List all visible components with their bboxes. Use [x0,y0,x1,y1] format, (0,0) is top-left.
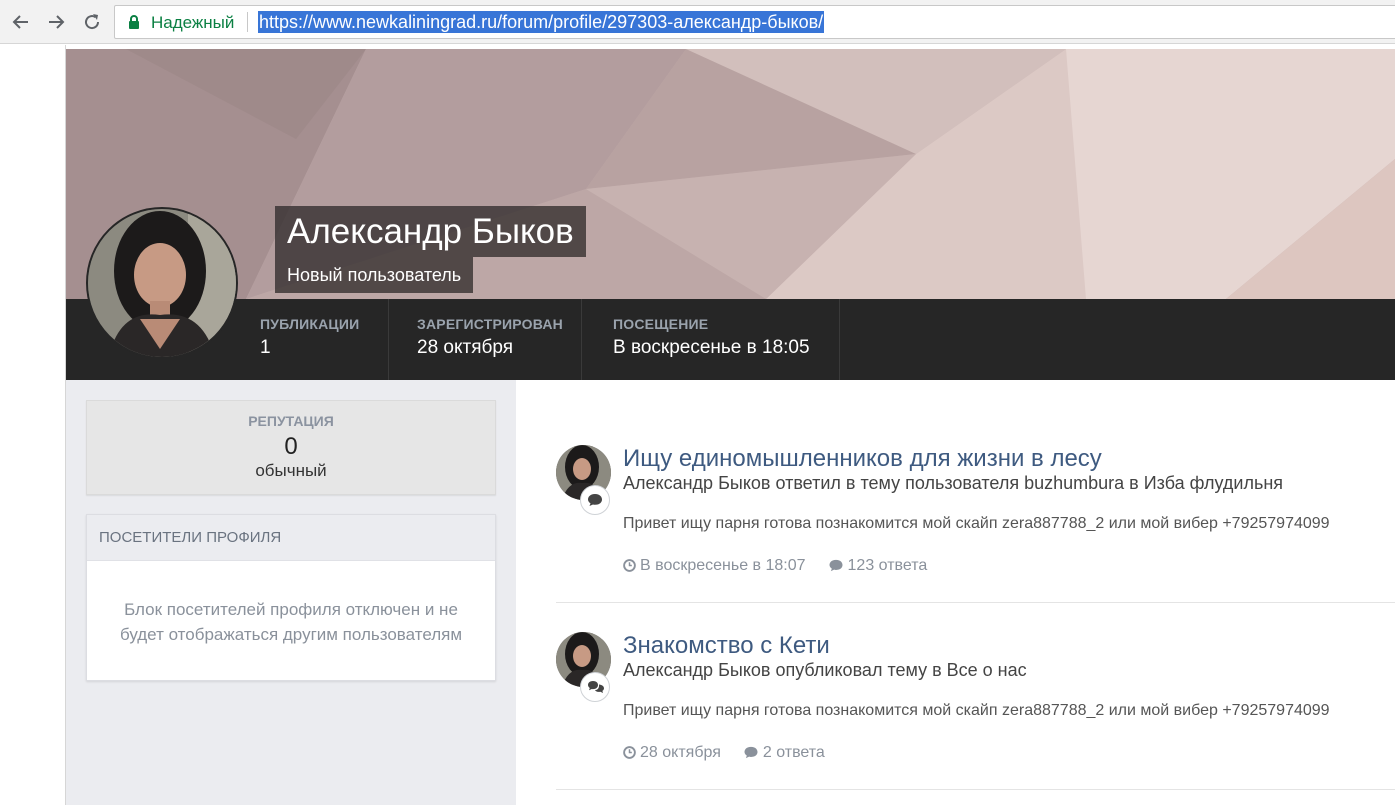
stat-joined: ЗАРЕГИСТРИРОВАН 28 октября [417,316,563,359]
activity-info: В воскресенье в 18:07 123 ответа [623,557,927,575]
page-left-gutter [0,45,66,805]
lock-icon [129,15,139,29]
activity-snippet: Привет ищу парня готова познакомится мой… [623,702,1330,719]
activity-title-link[interactable]: Ищу единомышленников для жизни в лесу [623,445,1102,473]
activity-info: 28 октября 2 ответа [623,744,825,762]
stat-label: ПУБЛИКАЦИИ [260,316,360,332]
profile-name-box: Александр Быков [275,206,586,257]
profile-group-box: Новый пользователь [275,257,474,293]
activity-meta: Александр Быков ответил в тему пользоват… [623,473,1284,493]
activity-meta: Александр Быков опубликовал тему в Все о… [623,660,1027,680]
back-arrow-icon[interactable] [9,10,33,34]
comments-icon [580,672,610,702]
stat-label: ПОСЕЩЕНИЕ [613,316,709,332]
comment-icon [580,485,610,515]
activity-title-link[interactable]: Знакомство с Кети [623,632,830,660]
stat-divider [388,299,389,380]
address-bar[interactable]: Надежный https://www.newkaliningrad.ru/f… [114,5,1395,39]
reputation-title: РЕПУТАЦИЯ [248,413,334,429]
visitors-message-line: Блок посетителей профиля отключен и не [124,600,458,619]
visitors-title: ПОСЕТИТЕЛИ ПРОФИЛЯ [99,529,282,546]
activity-date[interactable]: 28 октября [640,744,721,761]
activity-feed: Ищу единомышленников для жизни в лесу Ал… [516,380,1395,805]
comment-bubble-icon [744,746,758,759]
profile-cover-photo [66,49,1395,299]
stat-label: ЗАРЕГИСТРИРОВАН [417,316,563,332]
profile-name: Александр Быков [287,212,574,251]
activity-divider [556,789,1395,790]
secure-label: Надежный [151,13,235,32]
forward-arrow-icon[interactable] [44,10,68,34]
clock-icon [623,559,636,572]
stat-value: 28 октября [417,337,514,358]
comment-bubble-icon [829,559,843,572]
activity-date[interactable]: В воскресенье в 18:07 [640,557,806,574]
clock-icon [623,746,636,759]
stat-posts: ПУБЛИКАЦИИ 1 [260,316,359,359]
activity-replies: 2 ответа [762,744,825,761]
stat-divider [839,299,840,380]
reputation-box: РЕПУТАЦИЯ 0 обычный [86,400,496,495]
stat-divider [581,299,582,380]
profile-stats-bar: ПУБЛИКАЦИИ 1 ЗАРЕГИСТРИРОВАН 28 октября … [66,299,1395,380]
stat-value: 1 [260,337,271,358]
visitors-message: Блок посетителей профиля отключен и не б… [87,561,495,647]
profile-visitors-widget: ПОСЕТИТЕЛИ ПРОФИЛЯ Блок посетителей проф… [86,514,496,681]
reload-icon[interactable] [80,10,104,34]
address-divider [247,12,248,32]
reputation-value: 0 [284,433,298,460]
reputation-level: обычный [255,461,327,480]
activity-replies: 123 ответа [847,557,928,574]
profile-sidebar: РЕПУТАЦИЯ 0 обычный ПОСЕТИТЕЛИ ПРОФИЛЯ Б… [66,380,516,805]
profile-group: Новый пользователь [287,265,462,285]
activity-snippet: Привет ищу парня готова познакомится мой… [623,515,1330,532]
visitors-header: ПОСЕТИТЕЛИ ПРОФИЛЯ [87,515,495,561]
visitors-message-line: будет отображаться другим пользователям [119,625,463,644]
stat-last-visit: ПОСЕЩЕНИЕ В воскресенье в 18:05 [613,316,810,359]
browser-toolbar: Надежный https://www.newkaliningrad.ru/f… [0,0,1395,44]
activity-divider [556,602,1395,603]
stat-value: В воскресенье в 18:05 [613,337,810,358]
url-text[interactable]: https://www.newkaliningrad.ru/forum/prof… [258,11,825,33]
profile-avatar[interactable] [86,207,238,359]
